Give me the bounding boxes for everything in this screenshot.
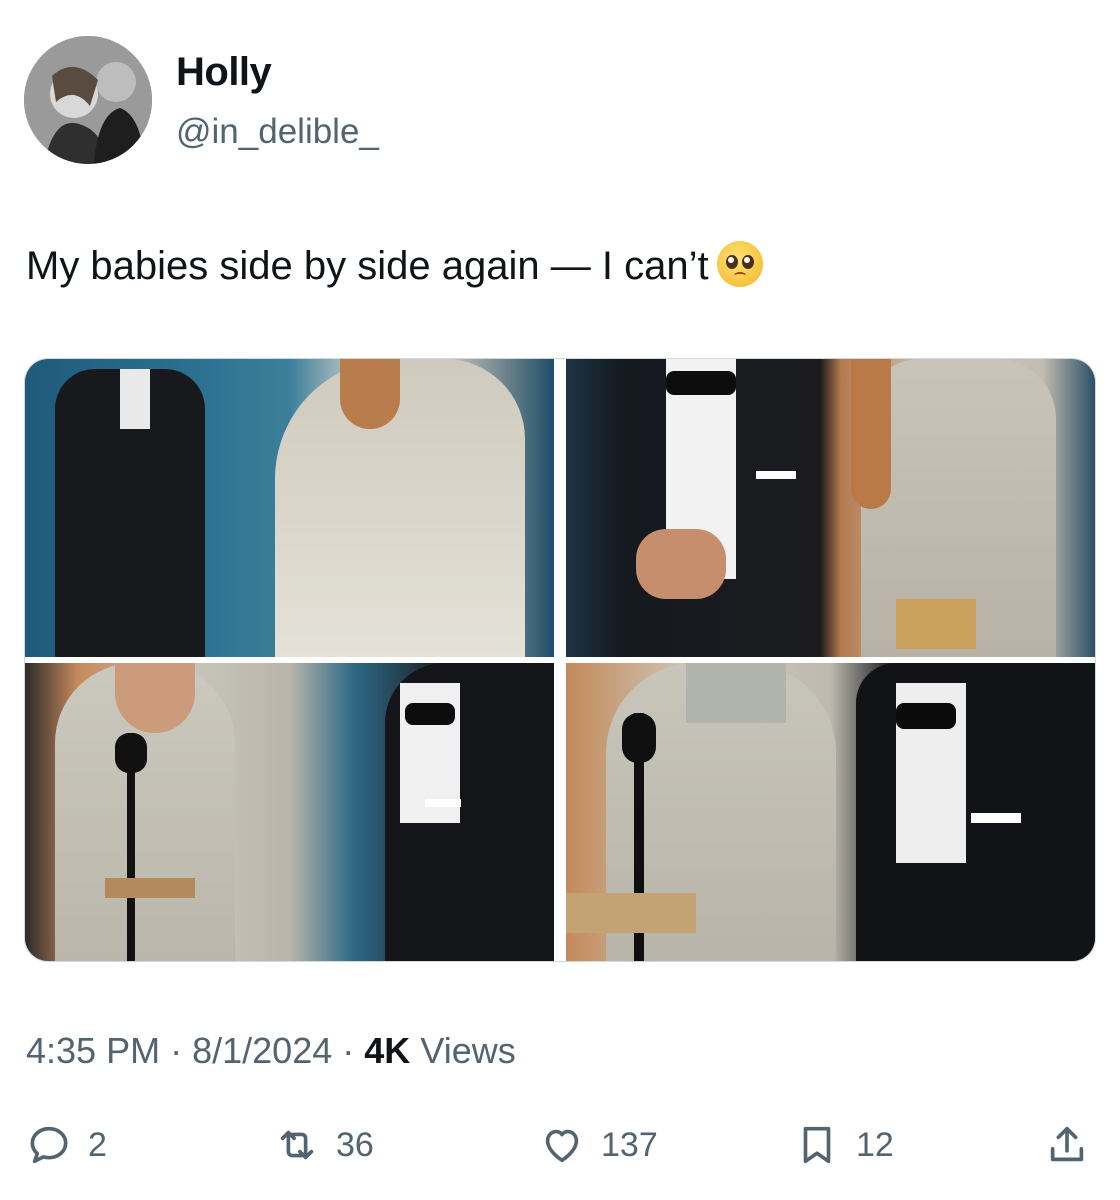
separator-dot: · (342, 1030, 355, 1071)
author-display-name[interactable]: Holly (176, 50, 272, 95)
retweet-count: 36 (336, 1125, 374, 1164)
author-avatar[interactable] (24, 36, 152, 164)
tweet-date[interactable]: 8/1/2024 (192, 1030, 332, 1071)
reply-count: 2 (88, 1125, 107, 1164)
media-photo-1[interactable] (25, 359, 554, 657)
bookmark-icon (803, 1126, 831, 1164)
views-count: 4K (364, 1030, 411, 1071)
bookmark-button[interactable]: 12 (794, 1122, 894, 1168)
tweet-metadata: 4:35 PM · 8/1/2024 · 4K Views (26, 1030, 516, 1072)
share-icon (1050, 1126, 1084, 1162)
tweet-time[interactable]: 4:35 PM (26, 1030, 160, 1071)
reply-icon (30, 1126, 68, 1164)
media-grid[interactable] (24, 358, 1096, 962)
views-label: Views (420, 1030, 516, 1071)
bookmark-count: 12 (856, 1125, 894, 1164)
media-photo-3[interactable] (25, 663, 554, 961)
media-photo-4[interactable] (566, 663, 1095, 961)
retweet-icon (280, 1130, 314, 1160)
share-button[interactable] (1044, 1122, 1090, 1168)
tweet-text: My babies side by side again — I can’t (26, 240, 763, 292)
reply-button[interactable]: 2 (26, 1122, 107, 1168)
media-photo-2[interactable] (566, 359, 1095, 657)
separator-dot: · (170, 1030, 183, 1071)
heart-icon (545, 1129, 579, 1163)
retweet-button[interactable]: 36 (274, 1122, 374, 1168)
like-button[interactable]: 137 (539, 1122, 658, 1168)
pleading-face-emoji-icon (716, 241, 763, 287)
author-handle[interactable]: @in_delible_ (176, 112, 379, 152)
tweet-text-content: My babies side by side again — I can’t (26, 244, 709, 288)
like-count: 137 (601, 1125, 658, 1164)
tweet-actions-bar: 2 36 137 12 (24, 1110, 1096, 1180)
